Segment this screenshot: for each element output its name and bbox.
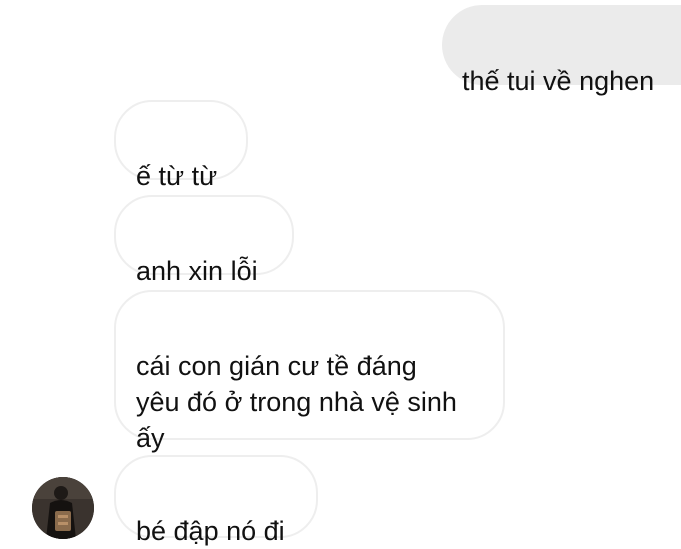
message-text: cái con gián cư tề đáng yêu đó ở trong n… [136,351,457,453]
message-text: anh xin lỗi [136,256,258,286]
incoming-message-bubble[interactable]: ế từ từ [114,100,248,191]
message-text: ế từ từ [136,161,218,191]
contact-avatar[interactable] [32,477,94,539]
avatar-photo-icon [32,477,94,539]
outgoing-message-bubble[interactable]: thế tui về nghen [442,5,681,96]
incoming-message-bubble[interactable]: cái con gián cư tề đáng yêu đó ở trong n… [114,290,505,453]
incoming-message-bubble[interactable]: bé đập nó đi [114,455,318,546]
incoming-message-bubble[interactable]: anh xin lỗi [114,195,294,286]
message-text: thế tui về nghen [462,66,655,96]
message-text: bé đập nó đi [136,516,285,546]
